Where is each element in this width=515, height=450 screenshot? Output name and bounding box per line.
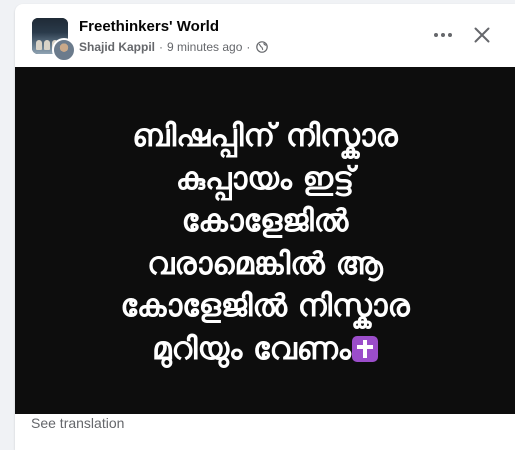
image-text-line: മുറിയും വേണം: [152, 330, 351, 367]
post-card: Freethinkers' World Shajid Kappil · 9 mi…: [15, 4, 515, 450]
meta-separator-2: ·: [246, 40, 251, 54]
image-text-line: ബിഷപ്പിന് നിസ്കാര: [132, 118, 398, 154]
image-text: ബിഷപ്പിന് നിസ്കാര കുപ്പായം ഇട്ട് കോളേജിൽ…: [120, 115, 409, 370]
image-text-line: വരാമെങ്കിൽ ആ: [147, 245, 383, 282]
more-horizontal-icon: [434, 33, 452, 37]
image-text-line-last: മുറിയും വേണം: [120, 328, 409, 371]
close-post-button[interactable]: [467, 20, 497, 50]
post-timestamp[interactable]: 9 minutes ago: [167, 40, 242, 54]
latin-cross-emoji-icon: [351, 335, 378, 362]
image-text-line: കുപ്പായം ഇട്ട്: [175, 160, 355, 197]
globe-icon[interactable]: [256, 41, 269, 53]
more-options-button[interactable]: [428, 20, 458, 50]
post-image[interactable]: ബിഷപ്പിന് നിസ്കാര കുപ്പായം ഇട്ട് കോളേജിൽ…: [15, 67, 515, 414]
post-meta: Shajid Kappil · 9 minutes ago ·: [79, 40, 269, 54]
image-text-line: കോളേജിൽ നിസ്കാര: [120, 288, 410, 324]
author-name-link[interactable]: Shajid Kappil: [79, 40, 155, 54]
post-header: Freethinkers' World Shajid Kappil · 9 mi…: [15, 4, 515, 66]
author-avatar[interactable]: [52, 38, 76, 62]
group-name-link[interactable]: Freethinkers' World: [79, 18, 219, 35]
close-icon: [474, 27, 490, 43]
image-text-line: കോളേജിൽ: [181, 203, 349, 239]
see-translation-link[interactable]: See translation: [31, 415, 124, 431]
meta-separator: ·: [159, 40, 164, 54]
